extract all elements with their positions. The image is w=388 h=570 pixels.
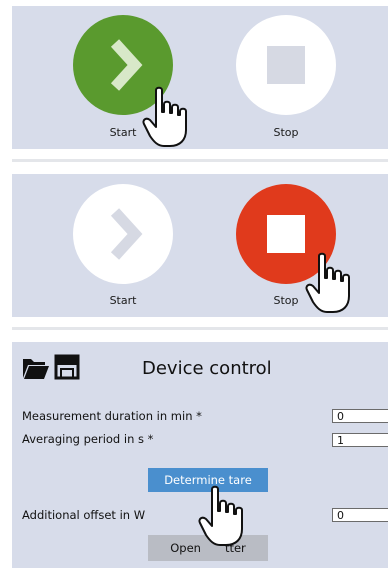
stop-square-icon: [267, 46, 305, 84]
averaging-period-input[interactable]: 1: [332, 433, 388, 447]
device-control-panel: Device control Measurement duration in m…: [12, 342, 388, 568]
start-stop-panel-2: Start Stop: [12, 174, 388, 317]
stop-label: Stop: [273, 126, 299, 139]
folder-open-icon[interactable]: [22, 356, 50, 380]
additional-offset-label: Additional offset in W: [22, 508, 146, 522]
start-label: Start: [109, 294, 137, 307]
start-stop-panel-1: Start Stop: [12, 6, 388, 149]
averaging-period-label: Averaging period in s *: [22, 432, 154, 446]
stop-button[interactable]: [236, 15, 336, 115]
panel-title: Device control: [142, 358, 272, 379]
additional-offset-input[interactable]: 0: [332, 508, 388, 522]
divider: [12, 159, 388, 162]
pointer-hand-icon: [142, 86, 187, 147]
open-button-label-left: Open: [170, 541, 201, 555]
measurement-duration-label: Measurement duration in min *: [22, 409, 202, 423]
pointer-hand-icon: [305, 252, 350, 313]
pointer-hand-icon: [198, 485, 243, 546]
save-icon[interactable]: [54, 354, 80, 380]
chevron-right-icon: [110, 208, 143, 260]
divider: [12, 327, 388, 330]
measurement-duration-input[interactable]: 0: [332, 409, 388, 423]
start-button[interactable]: [73, 184, 173, 284]
